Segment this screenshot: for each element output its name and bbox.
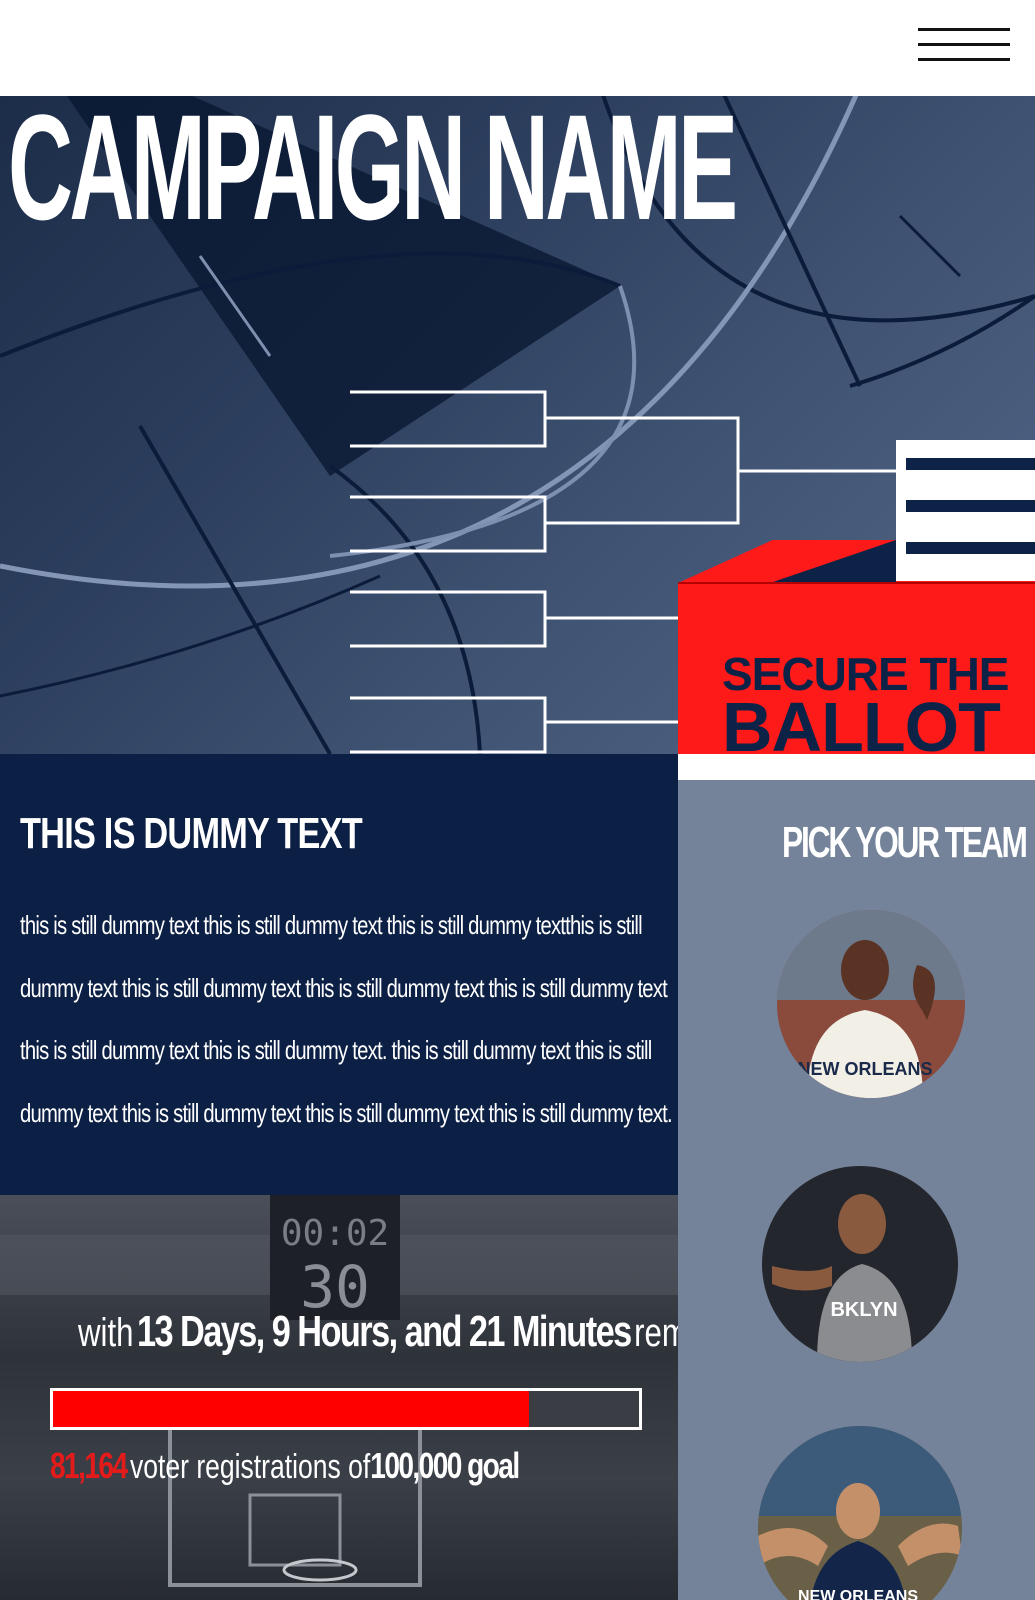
- countdown-section: 00:02 30 with 13 Days, 9 Hours, and 21 M…: [0, 1195, 678, 1600]
- player-avatar-3[interactable]: NEW ORLEANS: [758, 1426, 962, 1600]
- player-photo: NEW ORLEANS: [758, 1426, 962, 1600]
- registration-count-line: 81,164 voter registrations of100,000 goa…: [50, 1445, 520, 1487]
- info-section: THIS IS DUMMY TEXT this is still dummy t…: [0, 754, 678, 1195]
- player-avatar-2[interactable]: BKLYN: [762, 1166, 958, 1362]
- pick-your-team-panel: PICK YOUR TEAM NEW ORLEANS BKLYN NEW ORL…: [678, 780, 1035, 1600]
- info-heading: THIS IS DUMMY TEXT: [20, 809, 363, 858]
- ballot-logo-text: SECURE THE BALLOT: [722, 648, 1009, 754]
- registration-text: voter registrations of: [129, 1448, 371, 1486]
- registration-count: 81,164: [50, 1445, 128, 1486]
- menu-bar: [918, 28, 1010, 31]
- time-remaining-line: with 13 Days, 9 Hours, and 21 Minutes re…: [78, 1307, 678, 1357]
- progress-fill: [53, 1391, 529, 1427]
- menu-bar: [918, 43, 1010, 46]
- menu-bar: [918, 58, 1010, 61]
- time-suffix: remaining: [634, 1311, 678, 1355]
- time-remaining-value: 13 Days, 9 Hours, and 21 Minutes: [136, 1307, 632, 1356]
- secure-the-ballot-logo: SECURE THE BALLOT: [678, 440, 1035, 754]
- top-bar: [0, 0, 1035, 96]
- registration-goal: 100,000 goal: [370, 1445, 520, 1486]
- pick-team-heading: PICK YOUR TEAM: [782, 818, 1028, 867]
- info-body-text: this is still dummy text this is still d…: [20, 910, 673, 1128]
- player-photo: BKLYN: [762, 1166, 958, 1362]
- svg-text:00:02: 00:02: [281, 1213, 389, 1254]
- svg-text:NEW ORLEANS: NEW ORLEANS: [798, 1588, 918, 1600]
- player-avatar-1[interactable]: NEW ORLEANS: [777, 910, 965, 1098]
- svg-text:NEW ORLEANS: NEW ORLEANS: [798, 1059, 933, 1079]
- hero-banner: CAMPAIGN NAME SECURE THE BALLOT: [0, 96, 1035, 754]
- hamburger-menu-icon[interactable]: [918, 28, 1012, 62]
- time-prefix: with: [78, 1311, 134, 1355]
- player-photo: NEW ORLEANS: [777, 910, 965, 1098]
- svg-text:BKLYN: BKLYN: [830, 1299, 897, 1321]
- registration-progress-bar: [50, 1388, 642, 1430]
